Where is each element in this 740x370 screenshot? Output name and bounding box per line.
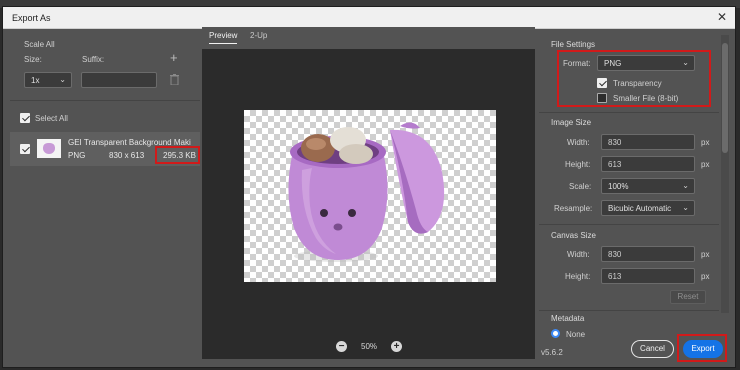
file-format: PNG: [68, 151, 86, 160]
add-scale-icon[interactable]: +: [170, 50, 178, 65]
zoom-in-icon[interactable]: +: [391, 341, 402, 352]
chevron-down-icon: ⌄: [682, 203, 689, 212]
metadata-none-label: None: [566, 330, 586, 339]
divider: [539, 224, 719, 225]
scrollbar-thumb[interactable]: [722, 43, 728, 153]
file-dimensions: 830 x 613: [109, 151, 145, 160]
zoom-level: 50%: [361, 342, 378, 351]
scale-select[interactable]: 100% ⌄: [601, 178, 695, 194]
file-size-highlight: [155, 146, 200, 164]
tab-2-up[interactable]: 2-Up: [250, 31, 267, 43]
settings-scrollbar[interactable]: [721, 35, 729, 313]
close-icon[interactable]: ✕: [717, 10, 727, 24]
resample-label: Resample:: [554, 204, 593, 213]
metadata-none-radio[interactable]: [551, 329, 560, 338]
tab-preview[interactable]: Preview: [209, 31, 238, 44]
image-width-label: Width:: [567, 138, 590, 147]
chevron-down-icon: ⌄: [59, 75, 66, 84]
size-select[interactable]: 1x ⌄: [24, 72, 72, 88]
scale-select-value: 100%: [608, 182, 629, 191]
trash-icon[interactable]: [170, 74, 179, 87]
file-checkbox[interactable]: [20, 144, 30, 154]
canvas-width-label: Width:: [567, 250, 590, 259]
settings-panel: File Settings Format: PNG ⌄ Transparency…: [537, 28, 727, 362]
dialog-title: Export As: [12, 13, 51, 23]
preview-area: Preview 2-Up − 50% +: [202, 27, 535, 359]
scale-all-heading: Scale All: [24, 40, 55, 49]
canvas-height-label: Height:: [565, 272, 591, 281]
select-all-label: Select All: [35, 114, 68, 123]
image-height-unit: px: [701, 160, 710, 169]
select-all-checkbox[interactable]: [20, 113, 30, 123]
preview-tabs: Preview 2-Up: [202, 27, 535, 49]
canvas-width-input[interactable]: 830: [601, 246, 695, 262]
canvas-size-heading: Canvas Size: [551, 231, 596, 240]
export-button-highlight: [677, 334, 727, 362]
divider: [10, 100, 200, 101]
file-settings-heading: File Settings: [551, 40, 596, 49]
cancel-button[interactable]: Cancel: [631, 340, 674, 358]
image-width-input[interactable]: 830: [601, 134, 695, 150]
divider: [539, 112, 719, 113]
resample-select[interactable]: Bicubic Automatic ⌄: [601, 200, 695, 216]
canvas-height-input[interactable]: 613: [601, 268, 695, 284]
reset-button[interactable]: Reset: [670, 290, 706, 304]
metadata-heading: Metadata: [551, 314, 585, 323]
file-thumbnail: [37, 139, 61, 158]
divider: [539, 310, 719, 311]
image-size-heading: Image Size: [551, 118, 592, 127]
size-label: Size:: [24, 55, 42, 64]
chevron-down-icon: ⌄: [682, 181, 689, 190]
size-select-value: 1x: [31, 76, 40, 85]
resample-select-value: Bicubic Automatic: [608, 204, 672, 213]
canvas-width-unit: px: [701, 250, 710, 259]
preview-image: [288, 122, 445, 262]
image-height-label: Height:: [565, 160, 591, 169]
version-label: v5.6.2: [541, 348, 563, 357]
file-settings-highlight: [557, 50, 711, 107]
scale-panel: Scale All Size: Suffix: + 1x ⌄ Select Al…: [10, 28, 200, 356]
preview-canvas: [244, 110, 496, 282]
scale-label: Scale:: [569, 182, 592, 191]
image-width-unit: px: [701, 138, 710, 147]
zoom-controls: − 50% +: [202, 339, 535, 357]
zoom-out-icon[interactable]: −: [336, 341, 347, 352]
image-height-input[interactable]: 613: [601, 156, 695, 172]
suffix-input[interactable]: [81, 72, 157, 88]
dialog-titlebar: Export As ✕: [3, 7, 735, 29]
suffix-label: Suffix:: [82, 55, 105, 64]
canvas-height-unit: px: [701, 272, 710, 281]
